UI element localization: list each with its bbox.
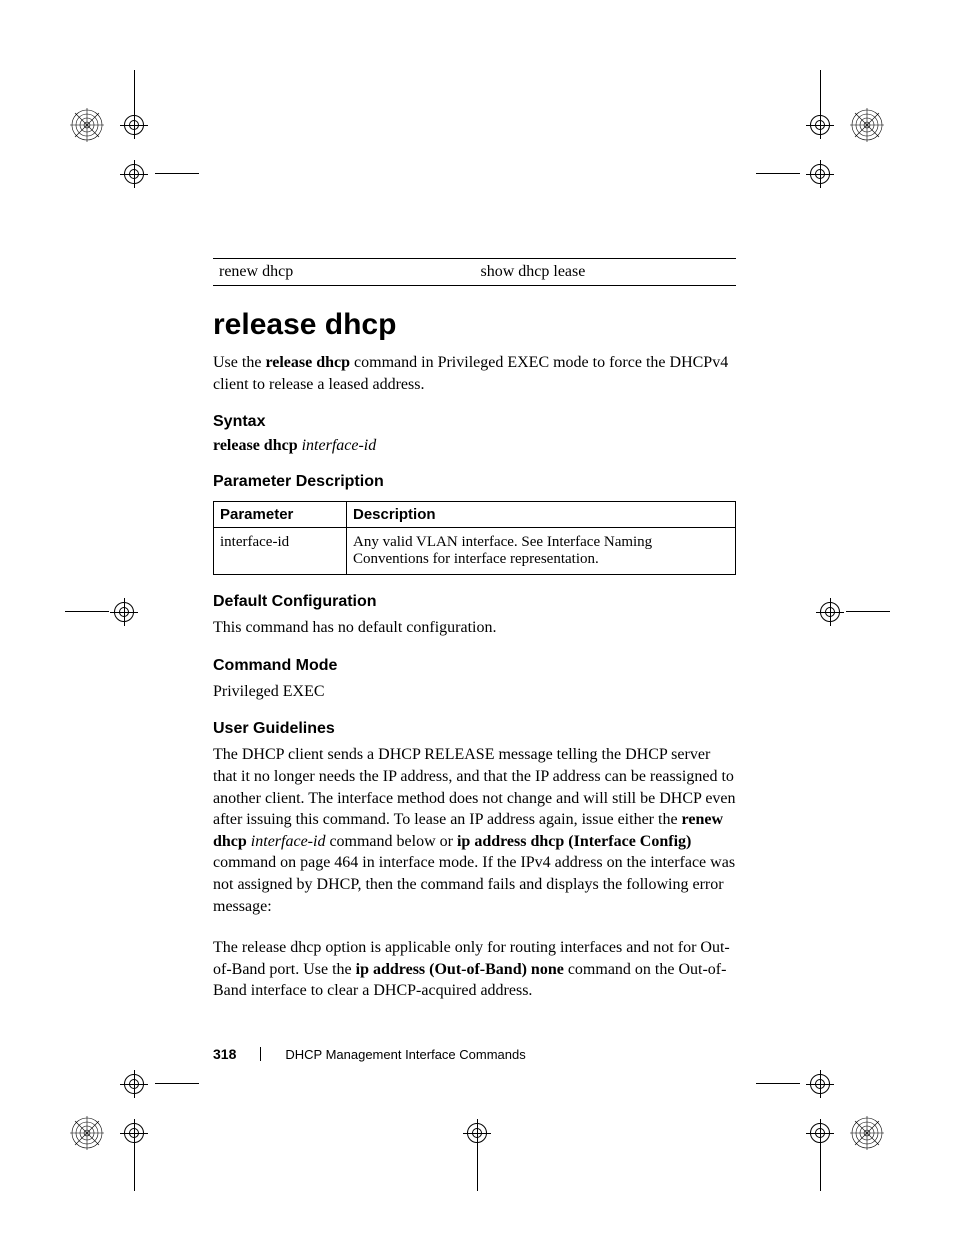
param-desc: Any valid VLAN interface. See Interface … [347,528,736,575]
g1a: The DHCP client sends a DHCP RELEASE mes… [213,746,736,828]
crop-line-icon [756,1083,800,1084]
param-name: interface-id [214,528,347,575]
page-number: 318 [213,1046,236,1062]
crop-line-icon [820,70,821,114]
guidelines-heading: User Guidelines [213,720,736,738]
intro-pre: Use the [213,354,265,371]
register-mark-icon [120,111,148,139]
crop-line-icon [820,1147,821,1191]
cross-ref-table: renew dhcp show dhcp lease [213,258,736,286]
param-th-1: Parameter [214,502,347,528]
page: renew dhcp show dhcp lease release dhcp … [0,0,954,1235]
g1g: command on page 464 in interface mode. I… [213,854,735,914]
crop-line-icon [756,173,800,174]
rosette-icon [850,108,884,142]
mode-text: Privileged EXEC [213,681,736,703]
intro-bold: release dhcp [265,354,350,371]
param-th-2: Description [347,502,736,528]
page-footer: 318 DHCP Management Interface Commands [213,1046,526,1062]
guidelines-p1: The DHCP client sends a DHCP RELEASE mes… [213,744,736,917]
syntax-cmd: release dhcp [213,437,298,454]
xref-left: renew dhcp [213,259,475,286]
register-mark-icon [806,160,834,188]
register-mark-icon [120,1070,148,1098]
g1e: command below or [325,833,457,850]
g1d: interface-id [251,833,326,850]
crop-line-icon [134,70,135,114]
crop-line-icon [134,1147,135,1191]
footer-divider-icon [260,1047,261,1061]
xref-right: show dhcp lease [475,259,737,286]
register-mark-icon [110,598,138,626]
register-mark-icon [806,1070,834,1098]
page-title: release dhcp [213,308,736,342]
register-mark-icon [120,1119,148,1147]
syntax-line: release dhcp interface-id [213,437,736,455]
crop-line-icon [65,611,109,612]
defaultcfg-text: This command has no default configuratio… [213,617,736,639]
g1f: ip address dhcp (Interface Config) [457,833,691,850]
param-table: Parameter Description interface-id Any v… [213,501,736,575]
register-mark-icon [806,1119,834,1147]
rosette-icon [70,1116,104,1150]
footer-text: DHCP Management Interface Commands [285,1047,525,1062]
param-heading: Parameter Description [213,473,736,491]
crop-line-icon [155,1083,199,1084]
intro-paragraph: Use the release dhcp command in Privileg… [213,352,736,395]
rosette-icon [850,1116,884,1150]
crop-line-icon [477,1147,478,1191]
register-mark-icon [463,1119,491,1147]
rosette-icon [70,108,104,142]
crop-line-icon [846,611,890,612]
syntax-arg: interface-id [302,437,377,454]
register-mark-icon [806,111,834,139]
content-column: renew dhcp show dhcp lease release dhcp … [213,258,736,1022]
g2b: ip address (Out-of-Band) none [356,961,564,978]
table-row: interface-id Any valid VLAN interface. S… [214,528,736,575]
guidelines-p2: The release dhcp option is applicable on… [213,937,736,1002]
register-mark-icon [120,160,148,188]
register-mark-icon [816,598,844,626]
crop-line-icon [155,173,199,174]
mode-heading: Command Mode [213,657,736,675]
syntax-heading: Syntax [213,413,736,431]
defaultcfg-heading: Default Configuration [213,593,736,611]
